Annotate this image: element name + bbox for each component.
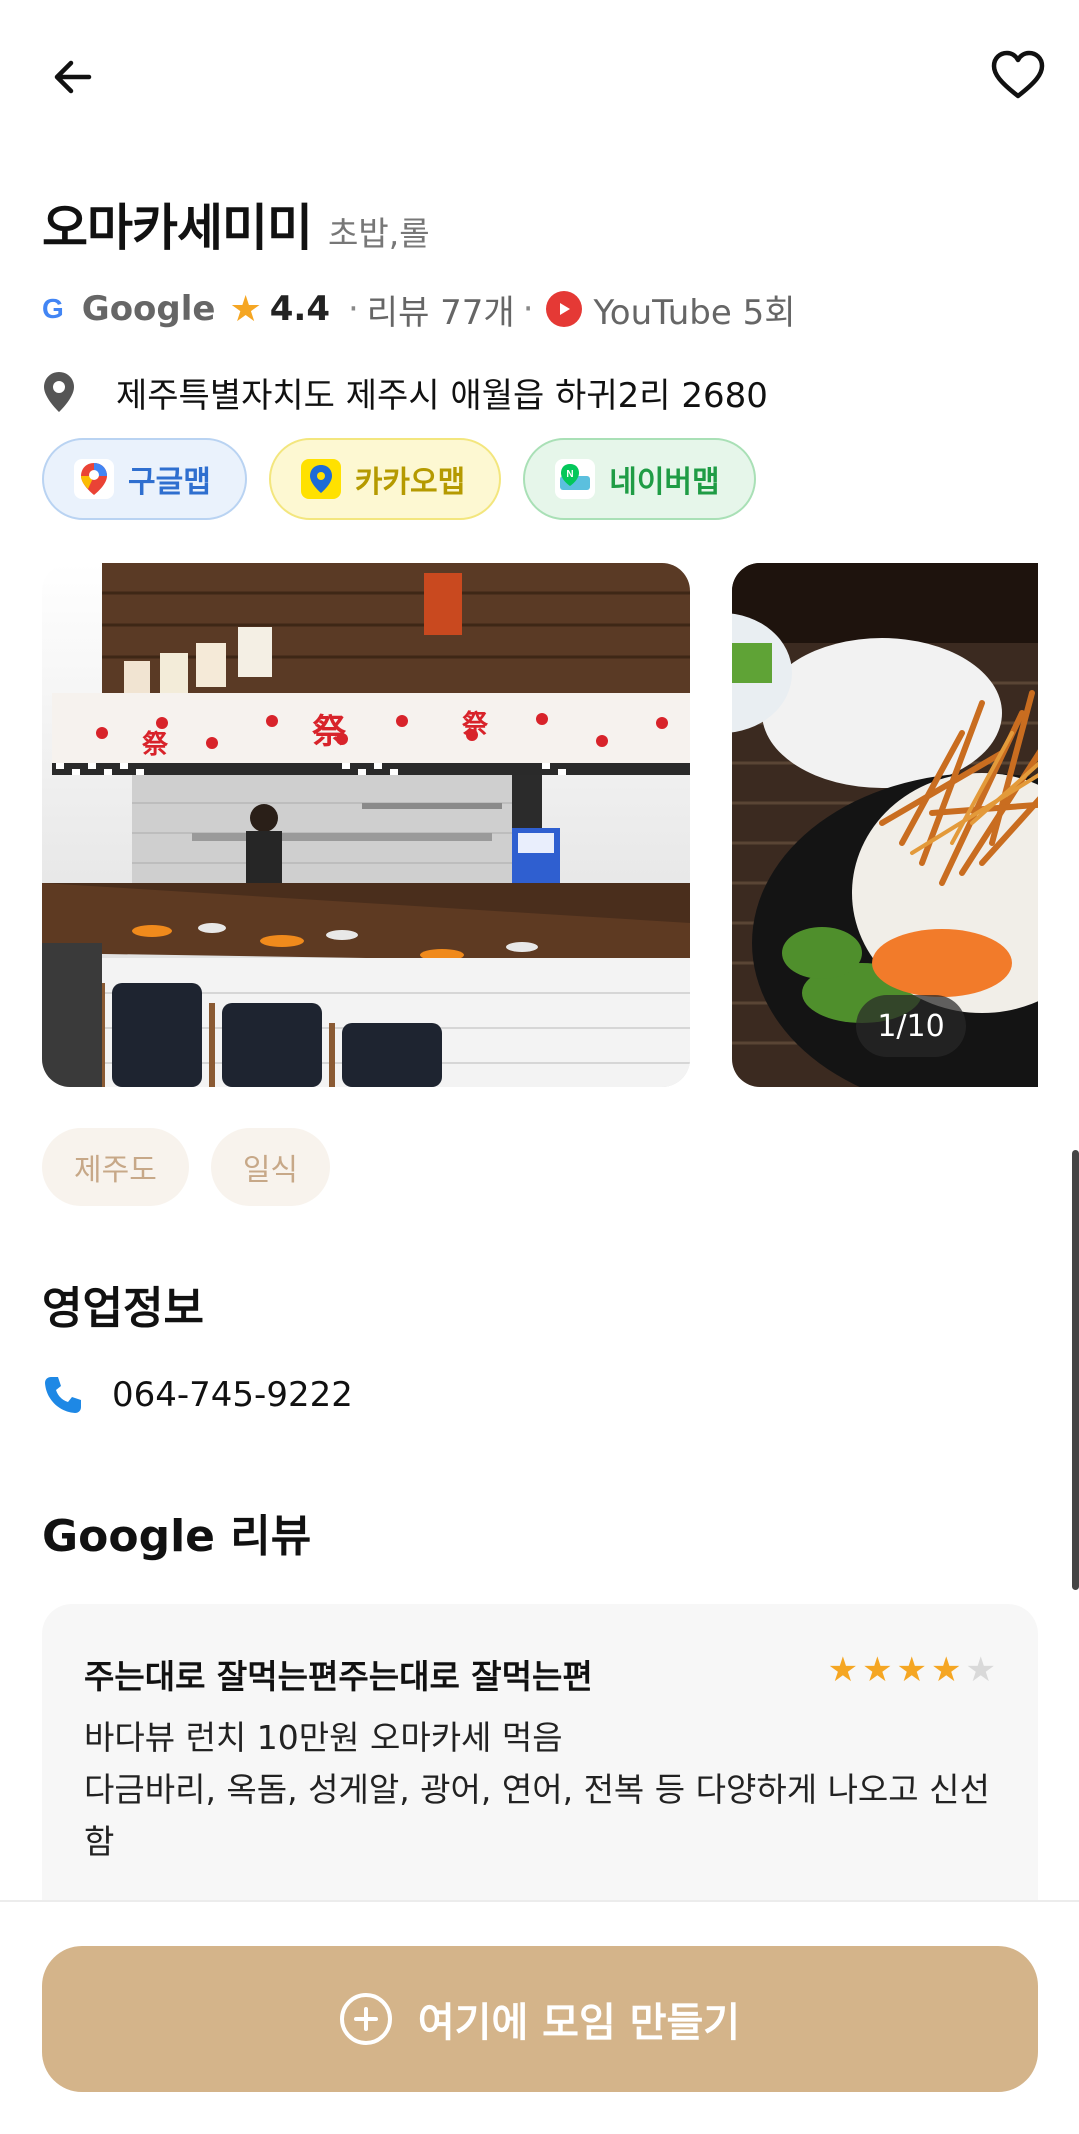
kakao-map-label: 카카오맵	[354, 465, 466, 500]
plus-circle-icon	[339, 1993, 392, 2045]
restaurant-category: 초밥,롤	[328, 214, 430, 253]
naver-map-button[interactable]: N 네이버맵	[523, 438, 756, 520]
restaurant-interior-photo[interactable]: 祭 祭 祭	[42, 563, 690, 1087]
google-logo-icon: G	[42, 293, 64, 324]
map-links: 구글맵 카카오맵 N 네이버맵	[42, 438, 756, 520]
arrow-left-icon	[54, 60, 92, 94]
naver-map-label: 네이버맵	[609, 465, 720, 500]
separator: ·	[522, 289, 534, 329]
rating-score: 4.4	[269, 289, 330, 329]
kakao-map-icon	[300, 459, 341, 499]
rating-source: Google	[81, 289, 216, 329]
separator: ·	[347, 289, 359, 329]
naver-map-icon: N	[555, 459, 596, 499]
review-text: 바다뷰 런치 10만원 오마카세 먹음 다금바리, 옥돔, 성게알, 광어, 연…	[84, 1718, 990, 1861]
star-icon: ★	[896, 1650, 928, 1690]
address-row: 제주특별자치도 제주시 애월읍 하귀2리 2680	[42, 366, 768, 418]
svg-text:祭: 祭	[461, 710, 489, 740]
phone-row[interactable]: 064-745-9222	[42, 1368, 353, 1422]
google-map-button[interactable]: 구글맵	[42, 438, 247, 520]
business-info-title: 영업정보	[42, 1283, 204, 1334]
top-app-bar	[0, 0, 1079, 150]
kakao-map-button[interactable]: 카카오맵	[268, 438, 502, 520]
restaurant-header: 오마카세미미 초밥,롤	[42, 188, 430, 260]
restaurant-name: 오마카세미미	[42, 199, 313, 257]
create-meetup-button[interactable]: 여기에 모임 만들기	[42, 1946, 1038, 2092]
phone-number[interactable]: 064-745-9222	[112, 1375, 353, 1415]
svg-text:N: N	[567, 469, 574, 480]
heart-icon	[991, 50, 1045, 99]
favorite-button[interactable]	[980, 38, 1056, 114]
photo-counter: 1/10	[856, 995, 966, 1057]
youtube-count: YouTube 5회	[593, 292, 796, 333]
youtube-icon	[545, 291, 582, 327]
google-reviews-title: Google 리뷰	[42, 1511, 312, 1562]
phone-icon	[45, 1377, 81, 1413]
location-pin-icon	[44, 372, 74, 412]
create-meetup-label: 여기에 모임 만들기	[417, 2000, 741, 2046]
star-icon: ★	[229, 288, 262, 330]
star-icon: ★	[862, 1650, 893, 1690]
star-icon: ★	[827, 1650, 859, 1690]
star-icon: ★	[931, 1650, 962, 1690]
google-maps-icon	[74, 459, 114, 499]
address-text: 제주특별자치도 제주시 애월읍 하귀2리 2680	[116, 375, 768, 416]
review-count: 리뷰 77개	[366, 292, 515, 333]
review-stars: ★ ★ ★ ★ ★	[828, 1650, 996, 1690]
scrollbar[interactable]	[1072, 1150, 1079, 1590]
review-author: 주는대로 잘먹는편주는대로 잘먹는편	[84, 1657, 593, 1696]
google-map-label: 구글맵	[128, 465, 211, 500]
tag-list: 제주도 일식	[42, 1128, 331, 1206]
svg-text:祭: 祭	[141, 730, 169, 760]
bottom-action-bar: 여기에 모임 만들기	[0, 1900, 1079, 2134]
svg-text:祭: 祭	[312, 712, 347, 752]
tag-chip[interactable]: 일식	[210, 1128, 331, 1206]
rating-row: G Google ★ 4.4 · 리뷰 77개 · YouTube 5회	[42, 284, 796, 334]
star-empty-icon: ★	[965, 1650, 996, 1690]
tag-chip[interactable]: 제주도	[42, 1128, 189, 1206]
back-button[interactable]	[38, 42, 108, 112]
